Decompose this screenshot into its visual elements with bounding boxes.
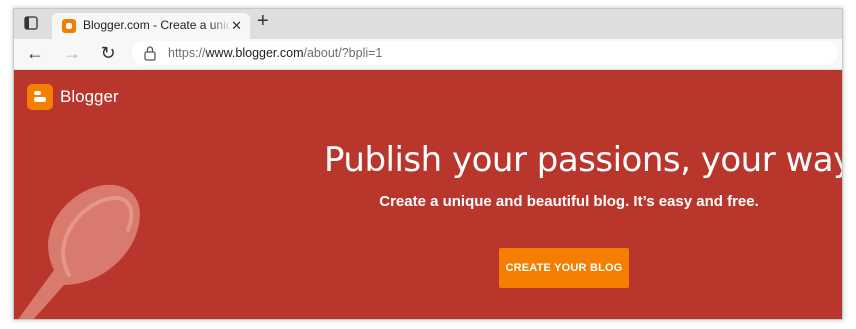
lock-icon[interactable] [143, 45, 157, 61]
back-arrow-icon[interactable]: ← [24, 42, 46, 64]
url-text[interactable]: https://www.blogger.com/about/?bpli=1 [168, 46, 382, 60]
blogger-favicon-icon [62, 19, 76, 33]
tab-strip: Blogger.com - Create a unique and beauti… [14, 9, 842, 39]
tab-close-icon[interactable]: ✕ [231, 18, 242, 34]
tab-blogger[interactable]: Blogger.com - Create a unique and beauti… [52, 13, 250, 39]
logo-text: Blogger [60, 87, 119, 106]
address-bar[interactable]: https://www.blogger.com/about/?bpli=1 [132, 41, 838, 65]
reload-icon[interactable]: ↻ [97, 42, 119, 64]
create-blog-button[interactable]: CREATE YOUR BLOG [499, 248, 629, 288]
hero-subline: Create a unique and beautiful blog. It’s… [379, 193, 759, 210]
sidebar-toggle-icon[interactable] [24, 16, 38, 30]
browser-toolbar: ← → ↻ https://www.blogger.com/about/?bpl… [14, 39, 842, 70]
browser-window: Blogger.com - Create a unique and beauti… [13, 8, 843, 320]
blogger-hero: Blogger Publish your passions, your way … [14, 70, 842, 319]
tab-title: Blogger.com - Create a unique and beauti… [83, 18, 231, 32]
url-scheme: https:// [168, 46, 206, 60]
url-domain: www.blogger.com [205, 46, 304, 60]
hero-headline: Publish your passions, your way [324, 140, 842, 180]
forward-arrow-icon[interactable]: → [61, 42, 83, 64]
blogger-logo-icon [27, 84, 53, 110]
new-tab-icon[interactable]: + [257, 10, 269, 33]
spoon-illustration-icon [18, 184, 140, 319]
url-path: /about/?bpli=1 [303, 46, 383, 60]
